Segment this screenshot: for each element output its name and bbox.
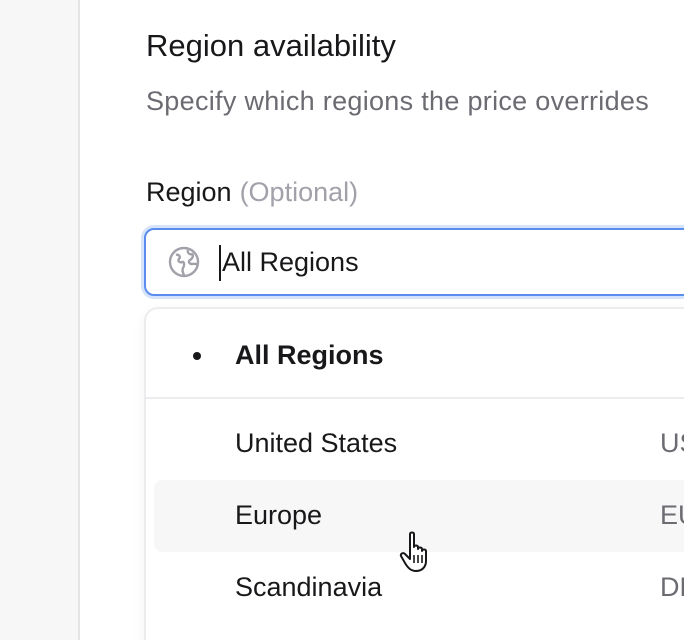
option-all-regions[interactable]: All Regions [146,320,684,392]
section-title: Region availability [146,28,396,63]
region-select-input[interactable]: All Regions [144,228,684,296]
region-field-label: Region (Optional) [146,177,358,208]
option-united-states[interactable]: United States US [146,408,684,480]
option-label: Scandinavia [235,572,383,602]
region-dropdown-menu: All Regions United States US Europe EU S… [144,307,684,640]
region-settings-panel: Region availability Specify which region… [78,0,684,640]
option-code: US [660,428,684,458]
option-code: EU [660,500,684,530]
option-code: DK [660,572,684,602]
text-caret [219,245,221,281]
selected-bullet-icon [193,352,201,360]
region-select-value: All Regions [222,247,359,277]
optional-hint: (Optional) [239,177,359,207]
region-label-text: Region [146,177,232,207]
option-label: Europe [235,500,323,530]
dropdown-divider [146,397,684,399]
sidebar [0,0,78,640]
option-label: All Regions [235,340,384,370]
section-description: Specify which regions the price override… [146,86,650,116]
option-label: United States [235,428,398,458]
hand-pointer-icon [399,531,427,572]
globe-icon [168,246,200,278]
